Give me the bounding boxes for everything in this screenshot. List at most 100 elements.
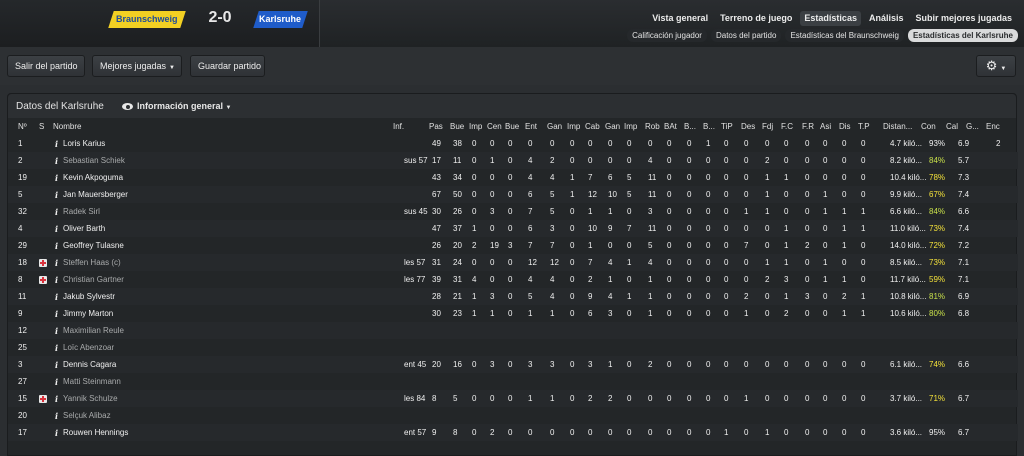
exit-match-button[interactable]: Salir del partido <box>7 55 85 77</box>
column-header[interactable]: Gan <box>547 122 562 132</box>
column-header[interactable]: Ent <box>525 122 537 132</box>
sub-nav-tab[interactable]: Estadísticas del Braunschweig <box>785 29 904 42</box>
info-icon[interactable]: i <box>55 156 58 166</box>
column-header[interactable]: Imp <box>567 122 580 132</box>
table-row[interactable]: 19 i Kevin Akpoguma 43 34 0 0 0 4 4 1 7 6 5 11 0 0 0 0 0 1 1 0… <box>8 169 1018 186</box>
player-name[interactable]: Jimmy Marton <box>63 309 113 319</box>
table-row[interactable]: 8 i Christian Gartner les 77 39 31 4 0 0 4 4 0 2 1 0 1 0… <box>8 271 1018 288</box>
column-header[interactable]: Gan <box>605 122 620 132</box>
player-name[interactable]: Selçuk Alibaz <box>63 411 111 421</box>
away-team-badge[interactable]: Karlsruhe <box>253 11 308 28</box>
player-name[interactable]: Steffen Haas (c) <box>63 258 121 268</box>
column-header[interactable]: Cal <box>946 122 958 132</box>
main-nav-tab[interactable]: Análisis <box>865 11 908 26</box>
main-nav-tab[interactable]: Terreno de juego <box>716 11 796 26</box>
table-row[interactable]: 12 i Maximilian Reule <box>8 322 1018 339</box>
info-icon[interactable]: i <box>55 309 58 319</box>
table-row[interactable]: 20 i Selçuk Alibaz <box>8 407 1018 424</box>
table-row[interactable]: 17 i Rouwen Hennings ent 57 9 8 0 2 0 0 0 0 0 0 0 0 0 0 0 1… <box>8 424 1018 441</box>
column-header[interactable]: Dis <box>839 122 851 132</box>
info-icon[interactable]: i <box>55 190 58 200</box>
info-icon[interactable]: i <box>55 360 58 370</box>
column-header[interactable]: TiP <box>721 122 733 132</box>
column-header[interactable]: Con <box>921 122 936 132</box>
table-row[interactable]: 32 i Radek Sirl sus 45 30 26 0 3 0 7 5 0 1 1 0 3 0 0 0 0 1 1 0… <box>8 203 1018 220</box>
info-icon[interactable]: i <box>55 377 58 387</box>
info-icon[interactable]: i <box>55 326 58 336</box>
player-name[interactable]: Maximilian Reule <box>63 326 124 336</box>
info-icon[interactable]: i <box>55 258 58 268</box>
main-nav-tab[interactable]: Estadísticas <box>800 11 861 26</box>
medical-cross-icon[interactable] <box>39 276 47 284</box>
column-header[interactable]: Rob <box>645 122 660 132</box>
table-row[interactable]: 25 i Loïc Abenzoar <box>8 339 1018 356</box>
info-icon[interactable]: i <box>55 173 58 183</box>
column-header[interactable]: Distan... <box>883 122 912 132</box>
info-icon[interactable]: i <box>55 394 58 404</box>
player-name[interactable]: Jakub Sylvestr <box>63 292 115 302</box>
column-header[interactable]: F.R <box>802 122 814 132</box>
table-row[interactable]: 15 i Yannik Schulze les 84 8 5 0 0 0 1 1 0 2 2 0 0 0 0 0 0 1… <box>8 390 1018 407</box>
sub-nav-tab[interactable]: Calificación jugador <box>627 29 707 42</box>
column-header[interactable]: Inf. <box>393 122 404 132</box>
info-icon[interactable]: i <box>55 275 58 285</box>
player-name[interactable]: Loris Karius <box>63 139 105 149</box>
info-icon[interactable]: i <box>55 207 58 217</box>
info-icon[interactable]: i <box>55 428 58 438</box>
info-icon[interactable]: i <box>55 343 58 353</box>
table-row[interactable]: 9 i Jimmy Marton 30 23 1 1 0 1 1 0 6 3 0 1 0 0 0 0 1 0 2 0 0 1 1 1… <box>8 305 1018 322</box>
player-name[interactable]: Oliver Barth <box>63 224 105 234</box>
table-row[interactable]: 1 i Loris Karius 49 38 0 0 0 0 0 0 0 0 0 0 0 0 1 0 0 0 0 0 0 0 0 4… <box>8 135 1018 152</box>
info-icon[interactable]: i <box>55 292 58 302</box>
player-name[interactable]: Radek Sirl <box>63 207 100 217</box>
sub-nav-tab[interactable]: Datos del partido <box>710 29 782 42</box>
player-name[interactable]: Rouwen Hennings <box>63 428 128 438</box>
main-nav-tab[interactable]: Subir mejores jugadas <box>911 11 1016 26</box>
column-header[interactable]: B... <box>703 122 715 132</box>
column-header[interactable]: Enc <box>986 122 1000 132</box>
column-header[interactable]: BAt <box>664 122 677 132</box>
column-header[interactable]: Cab <box>585 122 600 132</box>
info-icon[interactable]: i <box>55 411 58 421</box>
table-row[interactable]: 3 i Dennis Cagara ent 45 20 16 0 3 0 3 3 0 3 1 0 2 0 0 0 0 0… <box>8 356 1018 373</box>
medical-cross-icon[interactable] <box>39 259 47 267</box>
column-header[interactable]: Imp <box>469 122 482 132</box>
info-icon[interactable]: i <box>55 241 58 251</box>
player-name[interactable]: Yannik Schulze <box>63 394 118 404</box>
player-name[interactable]: Matti Steinmann <box>63 377 121 387</box>
best-plays-button[interactable]: Mejores jugadas ▼ <box>92 55 182 77</box>
table-row[interactable]: 4 i Oliver Barth 47 37 1 0 0 6 3 0 10 9 7 11 0 0 0 0 0 0 1 0 0 1… <box>8 220 1018 237</box>
column-header[interactable]: G... <box>966 122 979 132</box>
medical-cross-icon[interactable] <box>39 395 47 403</box>
column-header[interactable]: Bue <box>505 122 519 132</box>
column-header[interactable]: Asi <box>820 122 831 132</box>
sub-nav-tab[interactable]: Estadísticas del Karlsruhe <box>907 29 1018 42</box>
player-name[interactable]: Jan Mauersberger <box>63 190 128 200</box>
table-row[interactable]: 2 i Sebastian Schiek sus 57 17 11 0 1 0 4 2 0 0 0 0 4 0 0… <box>8 152 1018 169</box>
table-row[interactable]: 18 i Steffen Haas (c) les 57 31 24 0 0 0 12 12 0 7 4 1… <box>8 254 1018 271</box>
column-header[interactable]: F.C <box>781 122 793 132</box>
home-team-badge[interactable]: Braunschweig <box>108 11 186 28</box>
info-icon[interactable]: i <box>55 139 58 149</box>
main-nav-tab[interactable]: Vista general <box>648 11 712 26</box>
column-header[interactable]: Fdj <box>762 122 773 132</box>
column-header[interactable]: S <box>39 122 44 132</box>
table-row[interactable]: 5 i Jan Mauersberger 67 50 0 0 0 6 5 1 12 10 5 11 0 0 0 0 0… <box>8 186 1018 203</box>
column-header[interactable]: Cen <box>487 122 502 132</box>
settings-button[interactable]: ⚙ ▼ <box>976 55 1016 77</box>
column-header[interactable]: Des <box>741 122 755 132</box>
player-name[interactable]: Sebastian Schiek <box>63 156 125 166</box>
player-name[interactable]: Geoffrey Tulasne <box>63 241 124 251</box>
player-name[interactable]: Christian Gartner <box>63 275 124 285</box>
column-header[interactable]: Pas <box>429 122 443 132</box>
column-header[interactable]: T.P <box>858 122 870 132</box>
column-header[interactable]: B... <box>684 122 696 132</box>
column-header[interactable]: Bue <box>450 122 464 132</box>
table-row[interactable]: 11 i Jakub Sylvestr 28 21 1 3 0 5 4 0 9 4 1 1 0 0 0 0 2 0 1 3 0… <box>8 288 1018 305</box>
column-header[interactable]: Imp <box>624 122 637 132</box>
view-selector[interactable]: Información general ▼ <box>122 101 232 111</box>
save-match-button[interactable]: Guardar partido <box>190 55 265 77</box>
column-header[interactable]: Nombre <box>53 122 81 132</box>
table-row[interactable]: 27 i Matti Steinmann <box>8 373 1018 390</box>
column-header[interactable]: Nº <box>18 122 27 132</box>
